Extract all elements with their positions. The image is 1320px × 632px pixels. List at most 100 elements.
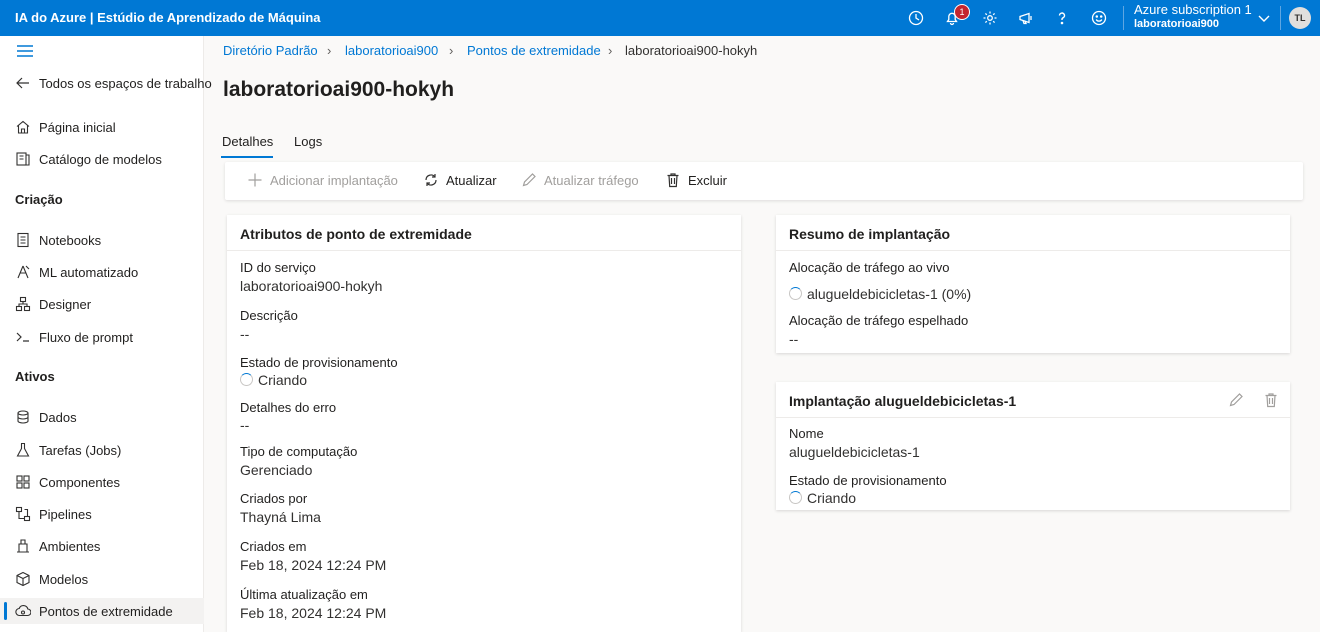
delete-button[interactable]: Excluir	[665, 172, 727, 188]
components-icon	[16, 475, 30, 489]
cube-icon	[16, 571, 30, 587]
hamburger-menu-icon[interactable]	[16, 44, 34, 58]
field-label: Detalhes do erro	[240, 400, 337, 415]
trash-icon[interactable]	[1263, 392, 1279, 408]
sidebar-item-label: Modelos	[39, 571, 89, 587]
sidebar-item-environments[interactable]: Ambientes	[0, 533, 204, 559]
sidebar-item-endpoints[interactable]: Pontos de extremidade	[0, 598, 204, 624]
active-tab-indicator	[221, 156, 273, 158]
pipeline-icon	[15, 506, 31, 522]
update-traffic-button[interactable]: Atualizar tráfego	[521, 172, 639, 188]
gear-icon[interactable]	[980, 8, 1000, 28]
back-to-workspaces[interactable]: Todos os espaços de trabalho	[0, 70, 212, 96]
sidebar-item-label: Pipelines	[39, 506, 92, 522]
refresh-label: Atualizar	[446, 172, 497, 188]
sidebar-item-notebooks[interactable]: Notebooks	[0, 227, 204, 253]
sidebar-item-designer[interactable]: Designer	[0, 291, 204, 317]
clock-icon[interactable]	[906, 8, 926, 28]
workspace-name: laboratorioai900	[1134, 18, 1219, 30]
deployment-card: Implantação alugueldebicicletas-1 Nome a…	[776, 382, 1290, 510]
app-title[interactable]: IA do Azure | Estúdio de Aprendizado de …	[15, 10, 321, 25]
smiley-icon[interactable]	[1089, 8, 1109, 28]
top-bar: IA do Azure | Estúdio de Aprendizado de …	[0, 0, 1320, 36]
breadcrumb-link[interactable]: Pontos de extremidade	[467, 43, 601, 58]
compute-type-value: Gerenciado	[240, 462, 313, 478]
sidebar-item-label: Notebooks	[39, 232, 102, 248]
sidebar-item-label: Designer	[39, 296, 92, 312]
sidebar-item-pipelines[interactable]: Pipelines	[0, 501, 204, 527]
refresh-button[interactable]: Atualizar	[423, 172, 497, 188]
home-icon	[16, 120, 30, 134]
field-label: Alocação de tráfego ao vivo	[789, 260, 950, 275]
subscription-switcher[interactable]: Azure subscription 1 laboratorioai900	[1134, 2, 1252, 31]
sidebar-item-components[interactable]: Componentes	[0, 469, 204, 495]
breadcrumb-link[interactable]: Diretório Padrão	[223, 43, 318, 58]
add-deployment-button[interactable]: Adicionar implantação	[247, 172, 398, 188]
sidebar-item-data[interactable]: Dados	[0, 404, 204, 430]
environment-icon	[17, 539, 29, 553]
sidebar-item-label: Ambientes	[39, 538, 101, 554]
card-title: Atributos de ponto de extremidade	[227, 215, 741, 251]
deployment-state: Criando	[789, 490, 856, 506]
sidebar-item-jobs[interactable]: Tarefas (Jobs)	[0, 437, 204, 463]
updated-at-value: Feb 18, 2024 12:24 PM	[240, 605, 387, 621]
field-label: Criados em	[240, 539, 307, 554]
spinner-icon	[789, 287, 802, 300]
breadcrumb-separator: ›	[608, 43, 613, 58]
provisioning-state-value: Criando	[258, 372, 308, 388]
spinner-icon	[789, 491, 802, 504]
chevron-down-icon[interactable]	[1256, 10, 1272, 26]
breadcrumb-link[interactable]: laboratorioai900	[345, 43, 438, 58]
deployment-summary-card: Resumo de implantação Alocação de tráfeg…	[776, 215, 1290, 353]
sidebar-item-automl[interactable]: ML automatizado	[0, 259, 204, 285]
spinner-icon	[240, 373, 253, 386]
flask-icon	[16, 442, 30, 457]
command-bar: Adicionar implantação Atualizar Atualiza…	[225, 162, 1303, 200]
field-label: Última atualização em	[240, 587, 368, 602]
deployment-state-value: Criando	[807, 490, 857, 506]
service-id-value: laboratorioai900-hokyh	[240, 278, 383, 294]
mirror-traffic-value: --	[789, 331, 799, 347]
data-icon	[17, 410, 29, 424]
avatar[interactable]: TL	[1289, 7, 1311, 29]
card-title: Resumo de implantação	[776, 215, 1290, 251]
arrow-left-icon	[16, 77, 29, 89]
field-label: Estado de provisionamento	[789, 473, 947, 488]
sidebar-item-home[interactable]: Página inicial	[0, 114, 204, 140]
deployment-name-value: alugueldebicicletas-1	[789, 444, 920, 460]
active-indicator	[4, 602, 7, 620]
breadcrumb-separator: ›	[327, 43, 332, 58]
field-label: Criados por	[240, 491, 308, 506]
breadcrumb-separator: ›	[449, 43, 454, 58]
back-label: Todos os espaços de trabalho	[39, 75, 212, 91]
sidebar-item-label: Página inicial	[39, 119, 116, 135]
live-traffic-value: alugueldebicicletas-1 (0%)	[807, 286, 972, 302]
catalog-icon	[16, 152, 30, 166]
trash-icon	[667, 173, 679, 188]
help-icon[interactable]	[1052, 8, 1072, 28]
card-title: Implantação alugueldebicicletas-1	[776, 382, 1290, 418]
field-label: Tipo de computação	[240, 444, 358, 459]
sidebar-item-models[interactable]: Modelos	[0, 566, 204, 592]
sidebar-item-prompt-flow[interactable]: Fluxo de prompt	[0, 324, 204, 350]
sidebar: Todos os espaços de trabalho Página inic…	[0, 36, 212, 632]
field-label: Nome	[789, 426, 824, 441]
update-traffic-label: Atualizar tráfego	[544, 172, 639, 188]
breadcrumb-current: laboratorioai900-hokyh	[625, 43, 758, 58]
edit-icon[interactable]	[1228, 392, 1244, 408]
error-details-value: --	[240, 417, 250, 433]
tab-logs[interactable]: Logs	[294, 134, 322, 149]
header-divider	[1123, 6, 1124, 30]
sidebar-item-model-catalog[interactable]: Catálogo de modelos	[0, 146, 204, 172]
endpoint-icon	[15, 605, 31, 617]
megaphone-icon[interactable]	[1016, 8, 1036, 28]
page-title: laboratorioai900-hokyh	[223, 78, 455, 101]
pencil-icon	[522, 173, 536, 187]
provisioning-state: Criando	[240, 372, 307, 388]
sidebar-item-label: Tarefas (Jobs)	[39, 442, 122, 458]
delete-label: Excluir	[688, 172, 728, 188]
header-divider	[1280, 6, 1281, 30]
sidebar-item-label: ML automatizado	[39, 264, 139, 280]
tab-details[interactable]: Detalhes	[222, 134, 273, 149]
sidebar-item-label: Dados	[39, 409, 77, 425]
